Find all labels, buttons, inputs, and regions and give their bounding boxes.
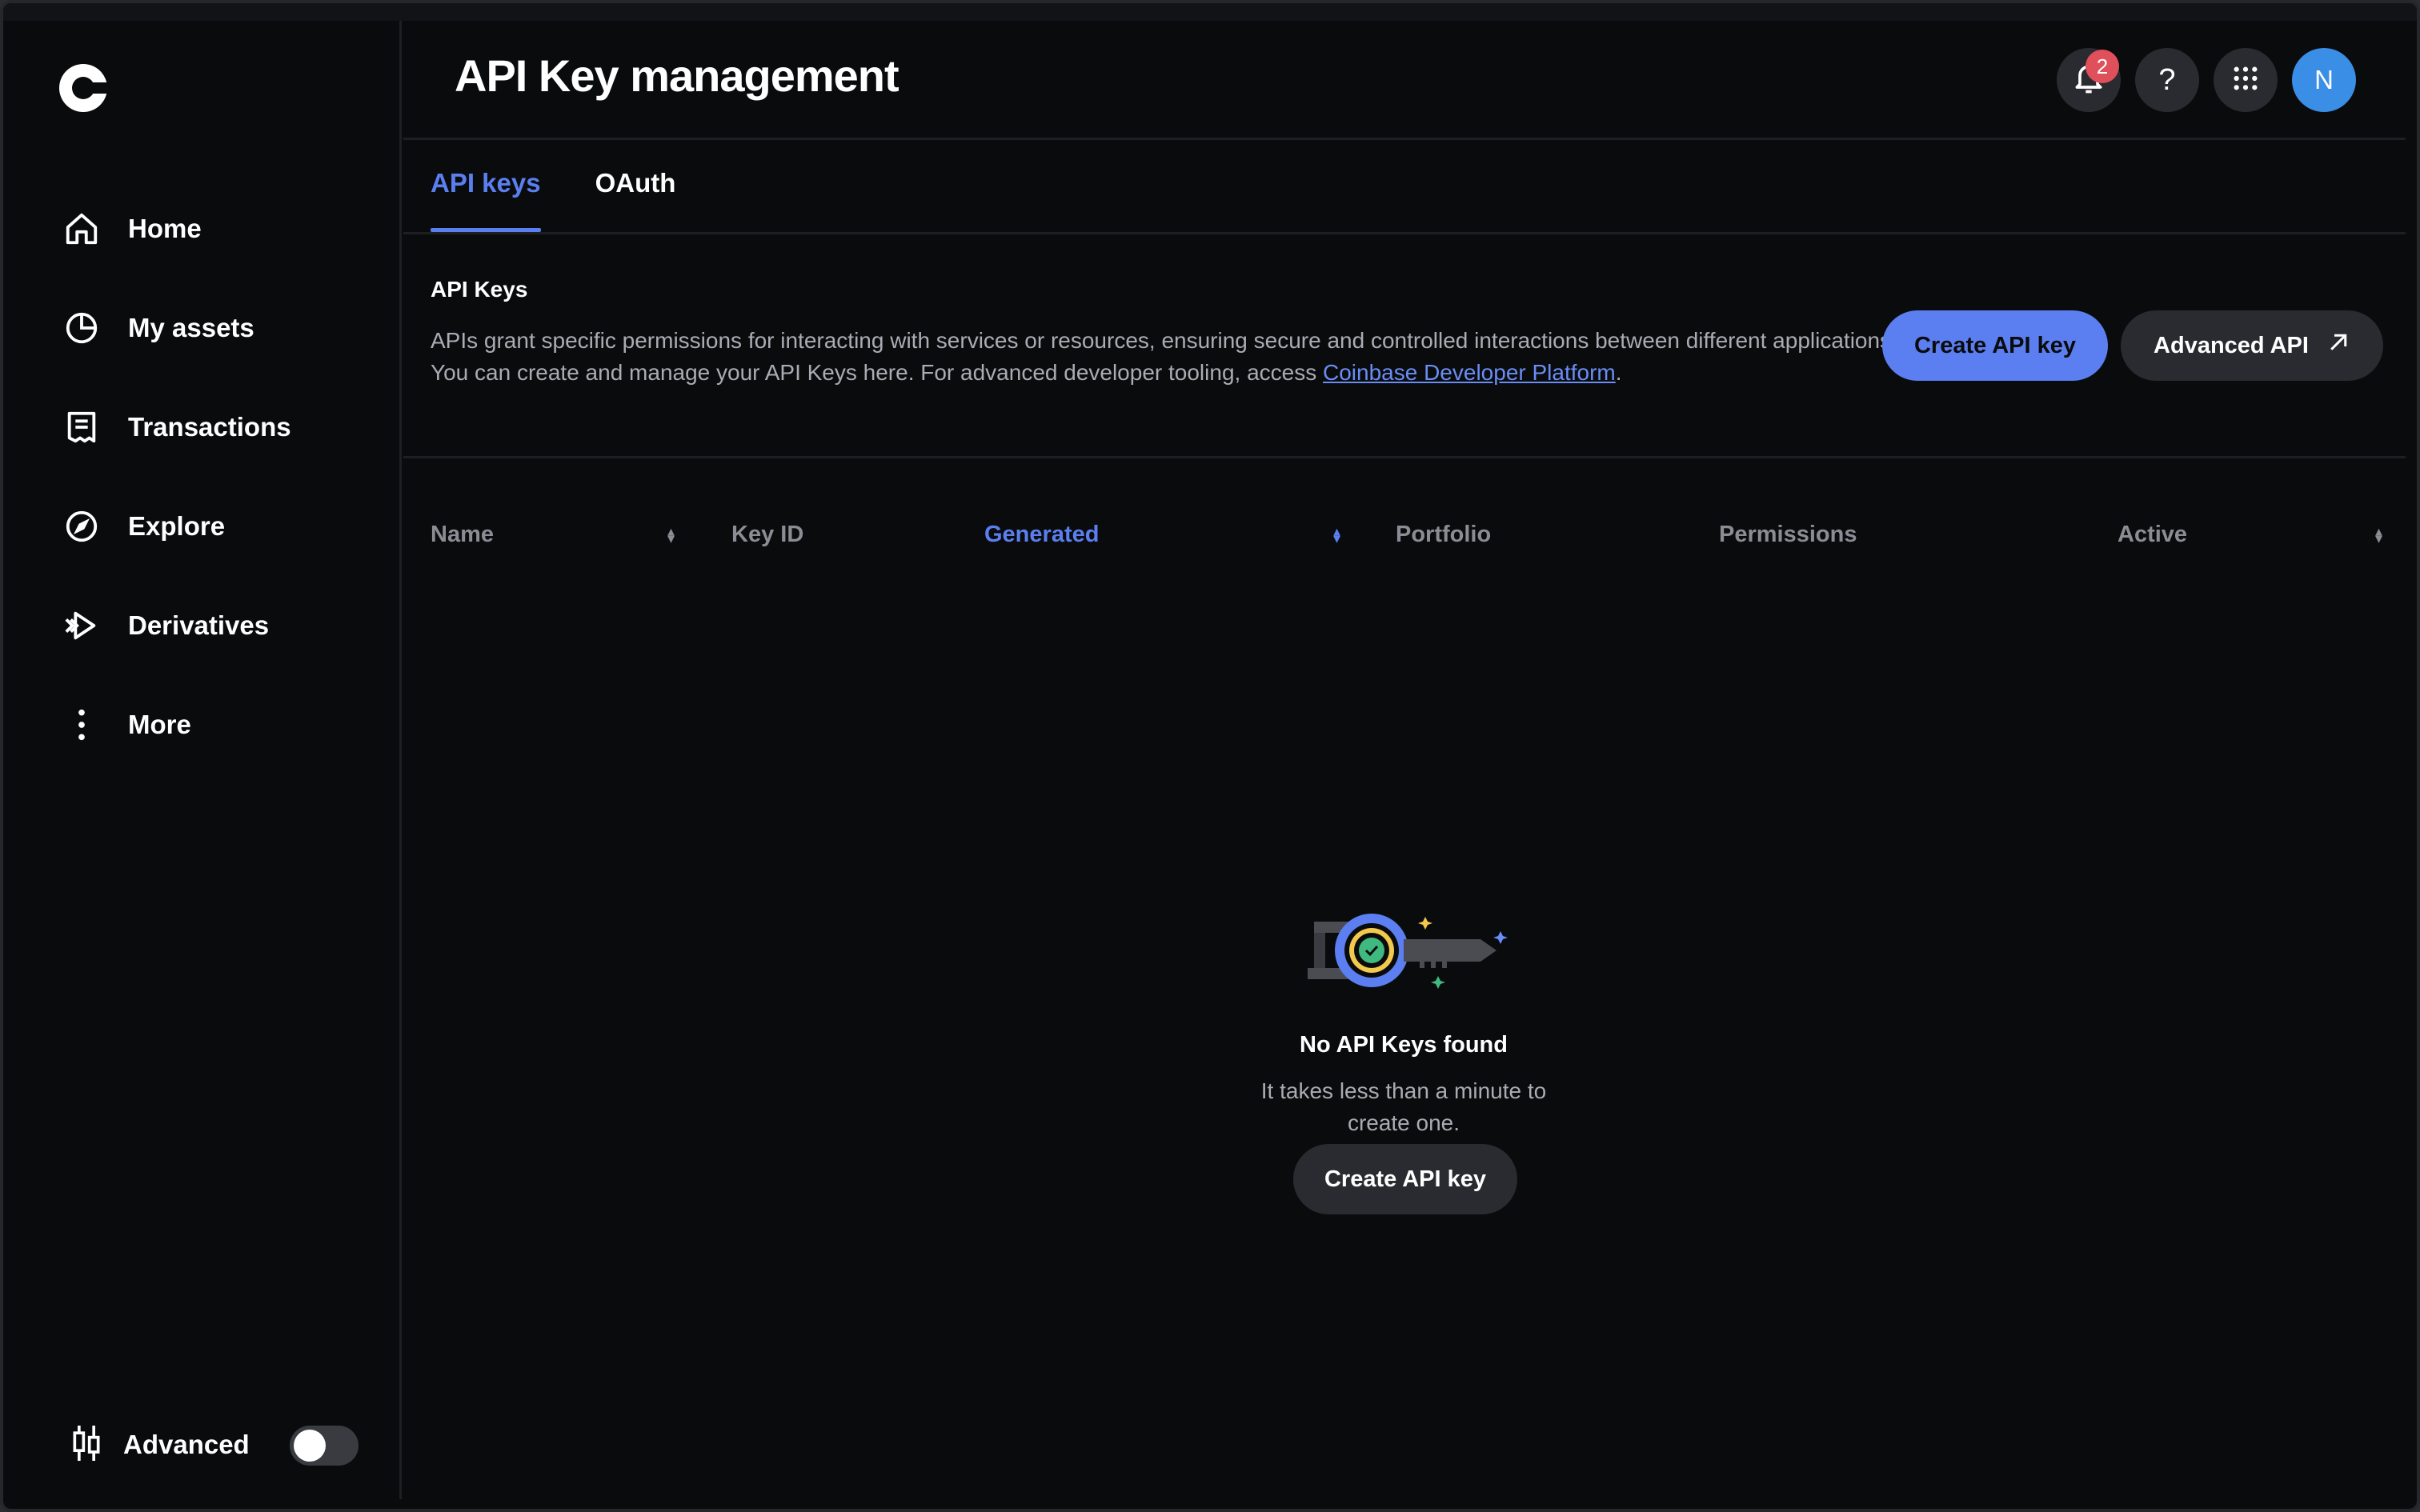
description-end: . — [1615, 360, 1622, 385]
page-title: API Key management — [455, 50, 899, 101]
create-api-key-empty-button[interactable]: Create API key — [1293, 1144, 1517, 1214]
tabs-divider — [403, 232, 2406, 234]
header-divider — [403, 138, 2406, 140]
main-content: API Key management 2 ? N API keys OAuth — [403, 21, 2406, 1499]
sidebar-item-label: My assets — [128, 313, 254, 342]
sidebar-item-transactions[interactable]: Transactions — [61, 395, 291, 459]
column-header-key-id: Key ID — [731, 522, 804, 547]
sidebar-item-derivatives[interactable]: Derivatives — [61, 594, 269, 658]
api-key-illustration-icon — [1308, 914, 1508, 989]
advanced-api-button[interactable]: Advanced API — [2121, 310, 2383, 381]
notification-badge: 2 — [2085, 50, 2119, 83]
tab-bar: API keys OAuth — [431, 168, 730, 232]
home-icon — [61, 208, 102, 250]
sidebar-item-label: Derivatives — [128, 610, 270, 640]
section-divider — [403, 456, 2406, 458]
avatar[interactable]: N — [2292, 48, 2356, 112]
description-text: APIs grant specific permissions for inte… — [431, 328, 1897, 385]
compass-icon — [61, 506, 102, 547]
sidebar-item-label: Home — [128, 214, 202, 243]
sidebar-item-more[interactable]: More — [61, 693, 191, 757]
advanced-toggle[interactable] — [290, 1426, 359, 1466]
column-header-portfolio: Portfolio — [1396, 522, 1492, 547]
tab-oauth[interactable]: OAuth — [595, 168, 676, 232]
external-link-arrow-icon — [2326, 330, 2350, 361]
candlestick-icon — [69, 1424, 104, 1466]
window-titlebar — [3, 3, 2417, 21]
empty-state-title: No API Keys found — [1300, 1032, 1508, 1058]
sidebar: Home My assets Transactions Explore Deri… — [21, 21, 402, 1499]
column-header-name[interactable]: Name — [431, 522, 494, 548]
advanced-api-label: Advanced API — [2154, 332, 2309, 358]
sort-icon[interactable]: ▴ ▾ — [2375, 524, 2382, 546]
create-api-key-button[interactable]: Create API key — [1882, 310, 2108, 381]
help-button[interactable]: ? — [2135, 48, 2199, 112]
grid-icon — [2232, 65, 2259, 96]
tab-api-keys[interactable]: API keys — [431, 168, 541, 232]
empty-state-subtitle: It takes less than a minute to create on… — [1260, 1078, 1547, 1135]
advanced-label: Advanced — [123, 1430, 250, 1459]
more-vertical-icon — [61, 704, 102, 746]
pie-chart-icon — [61, 307, 102, 349]
column-header-active[interactable]: Active — [2118, 522, 2187, 548]
receipt-icon — [61, 406, 102, 448]
derivatives-icon — [61, 605, 102, 646]
help-icon: ? — [2158, 62, 2176, 97]
section-title: API Keys — [431, 277, 528, 302]
sidebar-item-label: Explore — [128, 511, 226, 541]
sidebar-item-label: Transactions — [128, 412, 291, 442]
sidebar-item-label: More — [128, 710, 191, 739]
coinbase-logo-icon[interactable] — [56, 61, 110, 115]
header-actions: 2 ? N — [2057, 48, 2356, 112]
notifications-button[interactable]: 2 — [2057, 48, 2121, 112]
developer-platform-link[interactable]: Coinbase Developer Platform — [1323, 360, 1616, 385]
sidebar-item-home[interactable]: Home — [61, 197, 202, 261]
apps-grid-button[interactable] — [2214, 48, 2278, 112]
column-header-permissions: Permissions — [1719, 522, 1857, 547]
sidebar-item-my-assets[interactable]: My assets — [61, 296, 254, 360]
sort-icon[interactable]: ▴ ▾ — [667, 524, 675, 546]
column-header-generated[interactable]: Generated — [984, 522, 1099, 548]
advanced-mode-row: Advanced — [69, 1413, 250, 1477]
toggle-knob — [294, 1430, 326, 1462]
section-description: APIs grant specific permissions for inte… — [431, 325, 1927, 389]
sort-icon[interactable]: ▴ ▾ — [1333, 524, 1340, 546]
app-window: Home My assets Transactions Explore Deri… — [0, 0, 2420, 1512]
sidebar-item-explore[interactable]: Explore — [61, 494, 225, 558]
